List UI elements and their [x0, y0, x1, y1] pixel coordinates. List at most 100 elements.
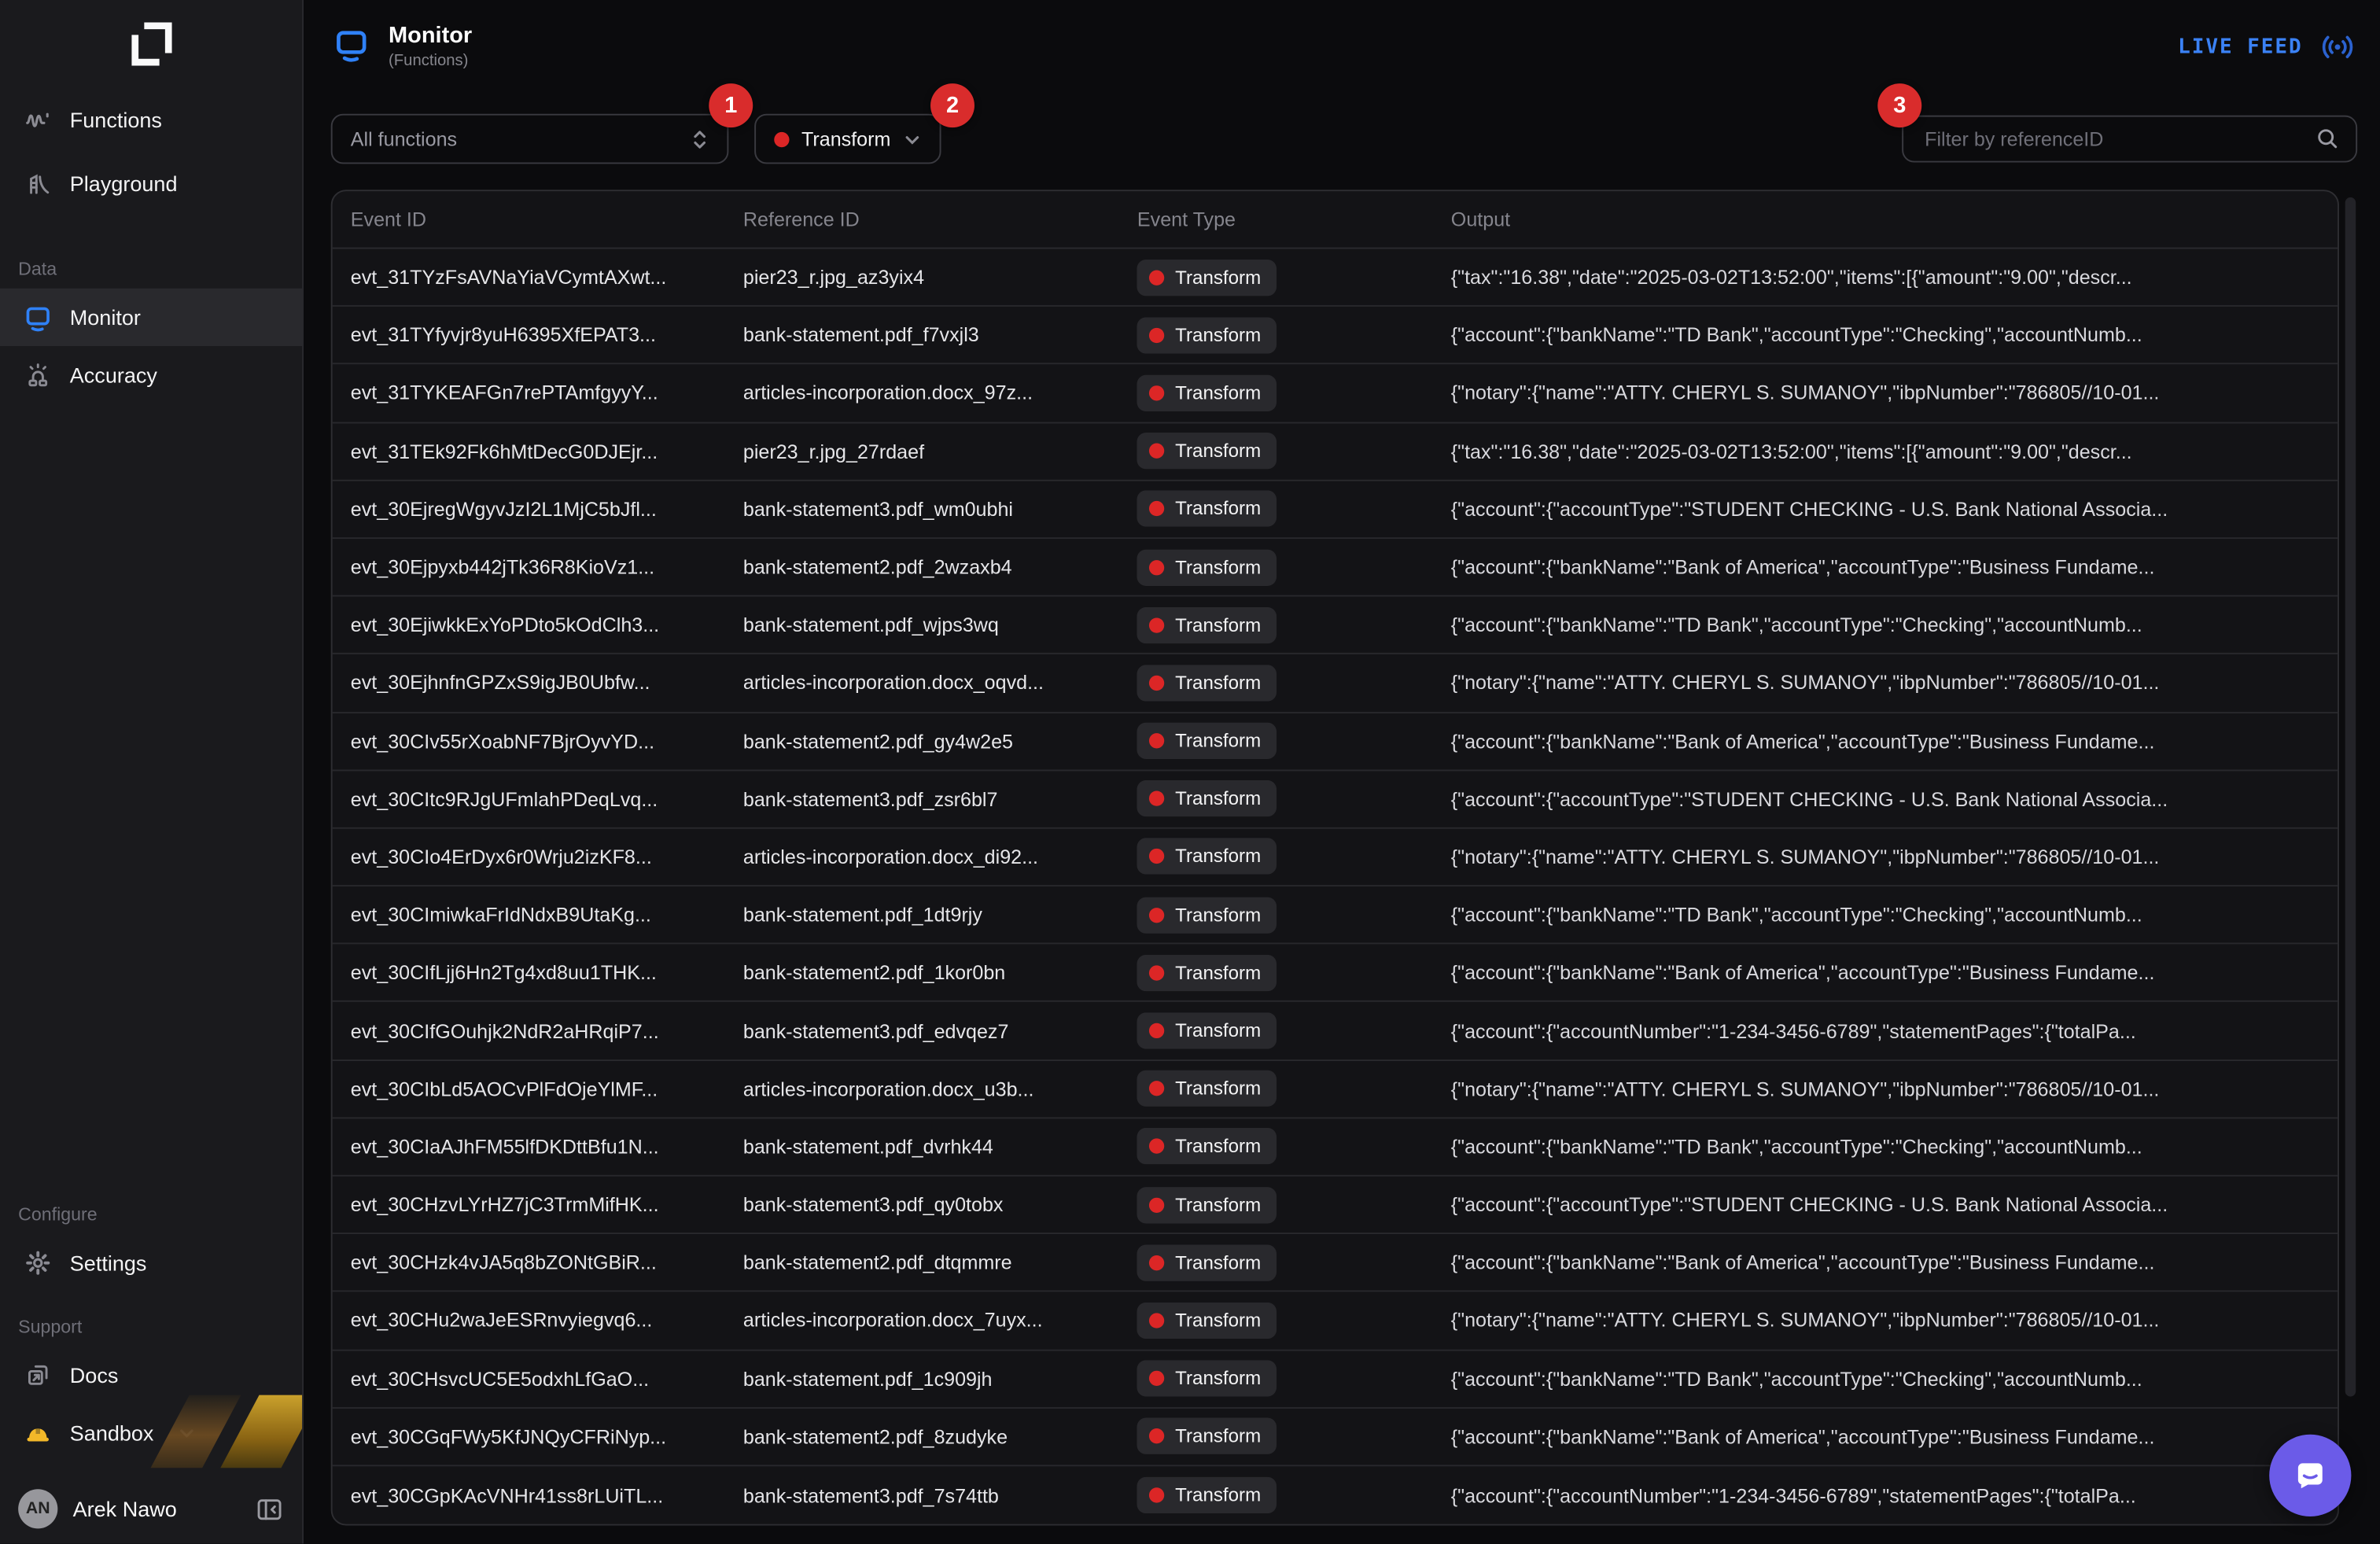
- cell-event-type: Transform: [1119, 723, 1433, 759]
- table-row[interactable]: evt_31TYfyvjr8yuH6395XfEPAT3...bank-stat…: [333, 307, 2338, 365]
- collapse-sidebar-icon[interactable]: [255, 1494, 284, 1524]
- live-feed-indicator[interactable]: LIVE FEED: [2178, 29, 2356, 65]
- cell-output: {"notary":{"name":"ATTY. CHERYL S. SUMAN…: [1433, 381, 2338, 404]
- event-type-label: Transform: [1175, 673, 1261, 694]
- table-row[interactable]: evt_30EjhnfnGPZxS9igJB0Ubfw...articles-i…: [333, 654, 2338, 713]
- sidebar-item-accuracy[interactable]: Accuracy: [0, 346, 302, 404]
- cell-event-type: Transform: [1119, 665, 1433, 701]
- table-row[interactable]: evt_30Ejpyxb442jTk36R8KioVz1...bank-stat…: [333, 539, 2338, 597]
- table-row[interactable]: evt_30CIfLjj6Hn2Tg4xd8uu1THK...bank-stat…: [333, 945, 2338, 1003]
- cell-reference-id: pier23_r.jpg_27rdaef: [725, 440, 1119, 462]
- table-row[interactable]: evt_31TEk92Fk6hMtDecG0DJEjr...pier23_r.j…: [333, 423, 2338, 481]
- cell-event-type: Transform: [1119, 955, 1433, 991]
- chat-bubble-icon: [2290, 1456, 2330, 1495]
- transform-status-dot: [774, 131, 789, 146]
- sidebar-item-monitor[interactable]: Monitor: [0, 289, 302, 346]
- cell-event-type: Transform: [1119, 897, 1433, 933]
- waveform-icon: [24, 106, 52, 134]
- table-row[interactable]: evt_30CIbLd5AOCvPlFdOjeYlMF...articles-i…: [333, 1060, 2338, 1118]
- cell-event-type: Transform: [1119, 1360, 1433, 1396]
- cell-reference-id: bank-statement.pdf_1dt9rjy: [725, 904, 1119, 927]
- cell-output: {"account":{"accountNumber":"1-234-3456-…: [1433, 1019, 2338, 1042]
- chat-widget-button[interactable]: [2269, 1435, 2351, 1516]
- cell-reference-id: bank-statement3.pdf_qy0tobx: [725, 1193, 1119, 1216]
- cell-event-id: evt_31TEk92Fk6hMtDecG0DJEjr...: [333, 440, 725, 462]
- brand-logo-icon: [127, 20, 175, 68]
- event-type-label: Transform: [1175, 382, 1261, 404]
- cell-reference-id: bank-statement3.pdf_wm0ubhi: [725, 498, 1119, 521]
- table-scrollbar[interactable]: [2345, 197, 2356, 1397]
- broadcast-icon: [2319, 29, 2356, 65]
- cell-event-type: Transform: [1119, 375, 1433, 411]
- cell-event-id: evt_30CHzk4vJA5q8bZONtGBiR...: [333, 1251, 725, 1274]
- cell-output: {"notary":{"name":"ATTY. CHERYL S. SUMAN…: [1433, 1309, 2338, 1332]
- event-type-label: Transform: [1175, 962, 1261, 983]
- hardhat-icon: [24, 1419, 52, 1446]
- table-row[interactable]: evt_30CHsvcUC5E5odxhLfGaO...bank-stateme…: [333, 1351, 2338, 1409]
- cell-event-id: evt_30EjregWgyvJzI2L1MjC5bJfl...: [333, 498, 725, 521]
- cell-event-type: Transform: [1119, 317, 1433, 353]
- sidebar: Functions Playground Data Monitor: [0, 0, 304, 1544]
- table-row[interactable]: evt_30CHu2waJeESRnvyiegvq6...articles-in…: [333, 1292, 2338, 1351]
- event-type-label: Transform: [1175, 1485, 1261, 1506]
- cell-output: {"tax":"16.38","date":"2025-03-02T13:52:…: [1433, 266, 2338, 289]
- cell-reference-id: bank-statement.pdf_1c909jh: [725, 1367, 1119, 1390]
- event-type-pill: Transform: [1137, 1070, 1277, 1107]
- cell-reference-id: pier23_r.jpg_az3yix4: [725, 266, 1119, 289]
- sidebar-section-data: Data: [0, 255, 302, 282]
- cell-event-id: evt_30EjhnfnGPZxS9igJB0Ubfw...: [333, 672, 725, 695]
- sidebar-item-label: Playground: [70, 171, 178, 196]
- cell-reference-id: bank-statement.pdf_f7vxjl3: [725, 324, 1119, 347]
- cell-reference-id: articles-incorporation.docx_di92...: [725, 846, 1119, 868]
- event-type-value: Transform: [801, 127, 890, 150]
- event-type-pill: Transform: [1137, 433, 1277, 469]
- transform-status-dot: [1149, 270, 1164, 285]
- table-row[interactable]: evt_30CImiwkaFrIdNdxB9UtaKg...bank-state…: [333, 886, 2338, 945]
- sidebar-item-functions[interactable]: Functions: [0, 88, 302, 152]
- table-row[interactable]: evt_30CIaAJhFM55lfDKDttBfu1N...bank-stat…: [333, 1118, 2338, 1177]
- search-icon: [2315, 126, 2341, 152]
- user-menu[interactable]: AN Arek Nawo: [0, 1474, 302, 1544]
- filter-bar: All functions Transform: [304, 114, 2380, 164]
- event-type-label: Transform: [1175, 788, 1261, 809]
- annotation-badge-1: 1: [709, 83, 753, 127]
- table-row[interactable]: evt_30EjiwkkExYoPDto5kOdClh3...bank-stat…: [333, 597, 2338, 655]
- table-row[interactable]: evt_30CGpKAcVNHr41ss8rLUiTL...bank-state…: [333, 1466, 2338, 1524]
- table-row[interactable]: evt_30CIo4ErDyx6r0Wrju2izKF8...articles-…: [333, 828, 2338, 886]
- table-row[interactable]: evt_31TYzFsAVNaYiaVCymtAXwt...pier23_r.j…: [333, 249, 2338, 308]
- reference-filter-input[interactable]: [1921, 126, 2315, 152]
- sidebar-item-settings[interactable]: Settings: [0, 1237, 302, 1289]
- cell-reference-id: bank-statement3.pdf_edvqez7: [725, 1019, 1119, 1042]
- cell-output: {"notary":{"name":"ATTY. CHERYL S. SUMAN…: [1433, 672, 2338, 695]
- sidebar-item-label: Docs: [70, 1363, 119, 1387]
- sidebar-item-docs[interactable]: Docs: [0, 1350, 302, 1402]
- cell-output: {"notary":{"name":"ATTY. CHERYL S. SUMAN…: [1433, 846, 2338, 868]
- event-type-pill: Transform: [1137, 723, 1277, 759]
- cell-output: {"account":{"bankName":"Bank of America"…: [1433, 555, 2338, 578]
- cell-output: {"account":{"accountType":"STUDENT CHECK…: [1433, 1193, 2338, 1216]
- table-row[interactable]: evt_30CGqFWy5KfJNQyCFRiNyp...bank-statem…: [333, 1408, 2338, 1466]
- table-row[interactable]: evt_30CItc9RJgUFmlahPDeqLvq...bank-state…: [333, 771, 2338, 829]
- cell-event-id: evt_30Ejpyxb442jTk36R8KioVz1...: [333, 555, 725, 578]
- table-row[interactable]: evt_30CIv55rXoabNF7BjrOyvYD...bank-state…: [333, 713, 2338, 771]
- cell-reference-id: articles-incorporation.docx_97z...: [725, 381, 1119, 404]
- table-row[interactable]: evt_30CHzvLYrHZ7jC3TrmMifHK...bank-state…: [333, 1177, 2338, 1235]
- event-type-label: Transform: [1175, 614, 1261, 636]
- cell-reference-id: bank-statement.pdf_dvrhk44: [725, 1135, 1119, 1158]
- table-row[interactable]: evt_30EjregWgyvJzI2L1MjC5bJfl...bank-sta…: [333, 481, 2338, 539]
- table-row[interactable]: evt_30CIfGOuhjk2NdR2aHRqiP7...bank-state…: [333, 1003, 2338, 1061]
- table-row[interactable]: evt_31TYKEAFGn7rePTAmfgyyY...articles-in…: [333, 365, 2338, 423]
- transform-status-dot: [1149, 1371, 1164, 1386]
- sidebar-item-playground[interactable]: Playground: [0, 152, 302, 216]
- transform-status-dot: [1149, 1197, 1164, 1212]
- sidebar-item-sandbox[interactable]: Sandbox: [0, 1401, 302, 1465]
- monitor-page-icon: [334, 28, 369, 70]
- table-row[interactable]: evt_30CHzk4vJA5q8bZONtGBiR...bank-statem…: [333, 1234, 2338, 1292]
- cell-event-id: evt_30CGqFWy5KfJNQyCFRiNyp...: [333, 1425, 725, 1448]
- function-filter-select[interactable]: All functions: [331, 114, 729, 164]
- event-type-filter[interactable]: Transform: [754, 114, 941, 164]
- cell-event-type: Transform: [1119, 1477, 1433, 1513]
- cell-output: {"account":{"bankName":"Bank of America"…: [1433, 1251, 2338, 1274]
- event-type-label: Transform: [1175, 1136, 1261, 1157]
- event-type-pill: Transform: [1137, 897, 1277, 933]
